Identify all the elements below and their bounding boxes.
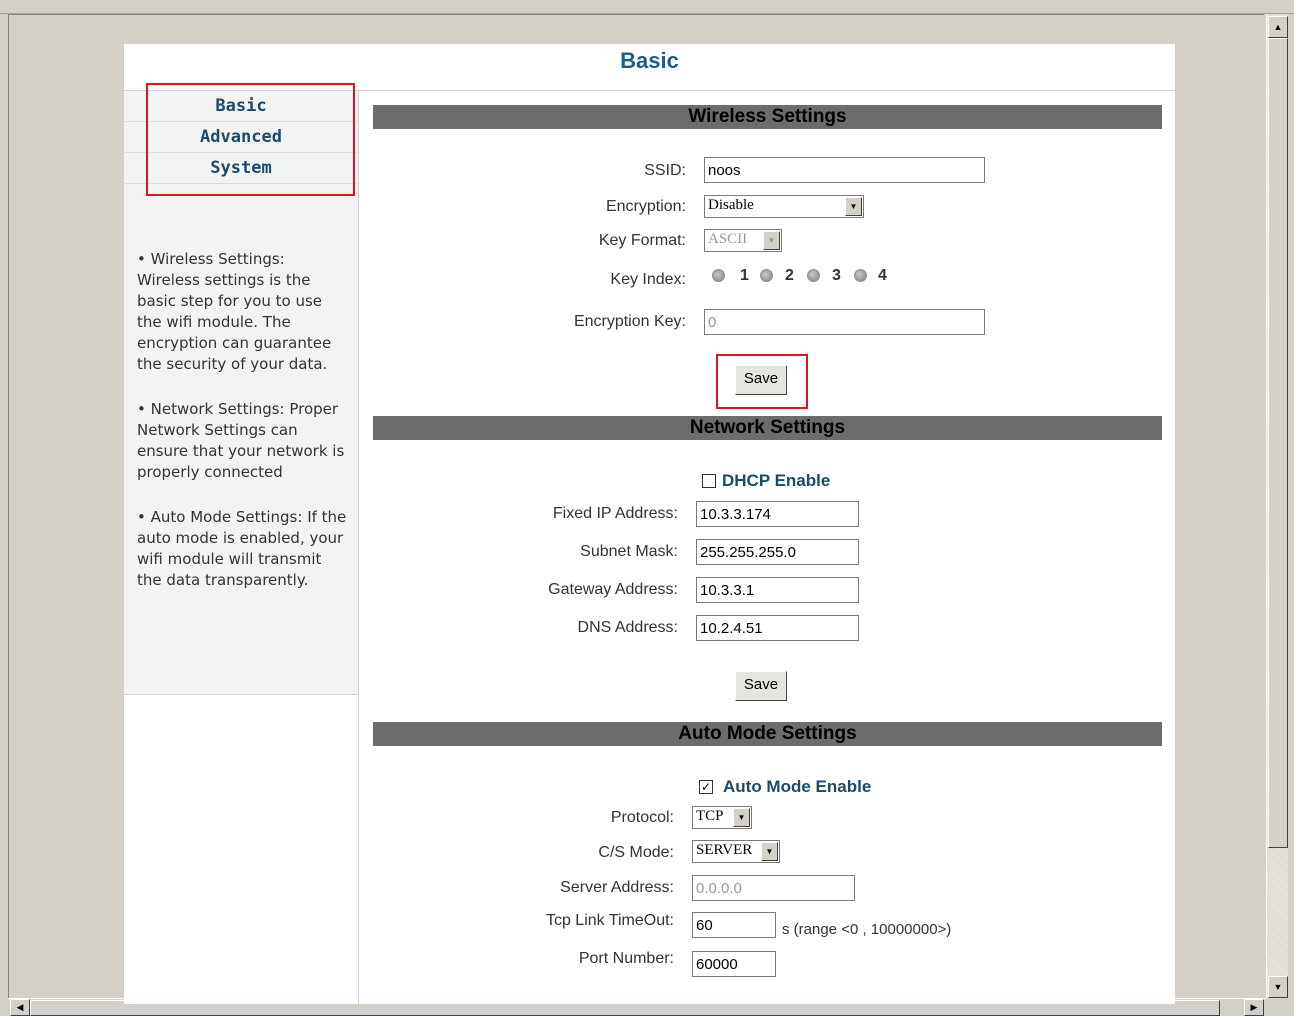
key-index-radio-3[interactable]: [807, 269, 820, 282]
gateway-address-label: Gateway Address:: [548, 581, 678, 598]
cs-mode-label: C/S Mode:: [598, 844, 674, 861]
encryption-select-value: Disable: [708, 197, 754, 213]
ssid-label: SSID:: [644, 162, 686, 179]
key-index-radio-1[interactable]: [712, 269, 725, 282]
dns-address-input[interactable]: 10.2.4.51: [696, 615, 859, 641]
help-wireless: • Wireless Settings: Wireless settings i…: [137, 250, 332, 373]
ssid-input[interactable]: noos: [704, 157, 985, 183]
key-index-option-1: 1: [740, 267, 749, 284]
key-index-option-3: 3: [832, 267, 841, 284]
gateway-address-input[interactable]: 10.3.3.1: [696, 577, 859, 603]
help-auto-mode: • Auto Mode Settings: If the auto mode i…: [137, 508, 347, 589]
key-format-select-value: ASCII: [708, 231, 748, 247]
network-save-button[interactable]: Save: [735, 671, 787, 701]
subnet-mask-input[interactable]: 255.255.255.0: [696, 539, 859, 565]
encryption-key-label: Encryption Key:: [573, 313, 686, 330]
auto-mode-settings-heading: Auto Mode Settings: [373, 722, 1162, 746]
ip-address-input[interactable]: 10.3.3.174: [696, 501, 859, 527]
dhcp-enable-label: DHCP Enable: [722, 471, 831, 490]
save-highlight-box: [716, 354, 808, 409]
page-title: Basic: [620, 48, 679, 73]
scroll-down-icon[interactable]: ▼: [1268, 976, 1288, 998]
chevron-down-icon: ▼: [761, 842, 778, 861]
key-format-select[interactable]: ASCII ▼: [704, 229, 782, 252]
tcp-timeout-range-hint: s (range <0 , 10000000>): [782, 921, 952, 938]
dns-address-label: DNS Address:: [577, 619, 678, 636]
key-index-option-4: 4: [878, 267, 887, 284]
key-index-radio-2[interactable]: [760, 269, 773, 282]
chevron-down-icon: ▼: [763, 231, 780, 250]
key-format-label: Key Format:: [598, 232, 686, 249]
chevron-down-icon: ▼: [845, 197, 862, 216]
cs-mode-select[interactable]: SERVER ▼: [692, 840, 780, 863]
protocol-label: Protocol:: [610, 809, 674, 826]
help-network: • Network Settings: Proper Network Setti…: [137, 400, 345, 481]
dhcp-enable-checkbox[interactable]: [702, 474, 716, 488]
scroll-right-icon[interactable]: ▶: [1244, 999, 1264, 1016]
encryption-select[interactable]: Disable ▼: [704, 195, 864, 218]
server-address-input[interactable]: 0.0.0.0: [692, 875, 855, 901]
config-page: Basic Basic Advanced System • Wireless S…: [124, 44, 1175, 1004]
wireless-settings-heading: Wireless Settings: [373, 105, 1162, 129]
ip-address-label: Fixed IP Address:: [552, 505, 678, 522]
chevron-down-icon: ▼: [733, 808, 750, 827]
help-text: • Wireless Settings: Wireless settings i…: [137, 249, 349, 615]
auto-mode-enable-checkbox[interactable]: ✓: [699, 780, 713, 794]
tcp-timeout-input[interactable]: 60: [692, 912, 776, 938]
network-settings-heading: Network Settings: [373, 416, 1162, 440]
protocol-select-value: TCP: [696, 808, 724, 824]
subnet-mask-label: Subnet Mask:: [580, 543, 678, 560]
tcp-timeout-label: Tcp Link TimeOut:: [545, 912, 674, 929]
nav-highlight-box: [146, 83, 355, 196]
key-index-option-2: 2: [785, 267, 794, 284]
scroll-up-icon[interactable]: ▲: [1268, 16, 1288, 38]
encryption-key-input[interactable]: 0: [704, 309, 985, 335]
vertical-scroll-thumb[interactable]: [1268, 38, 1288, 848]
server-address-label: Server Address:: [560, 879, 674, 896]
protocol-select[interactable]: TCP ▼: [692, 806, 752, 829]
port-number-input[interactable]: 60000: [692, 951, 776, 977]
scroll-left-icon[interactable]: ◀: [10, 999, 30, 1016]
cs-mode-select-value: SERVER: [696, 842, 753, 858]
encryption-label: Encryption:: [605, 198, 686, 215]
sidebar-panel: Basic Advanced System • Wireless Setting…: [124, 83, 358, 695]
auto-mode-enable-label: Auto Mode Enable: [723, 777, 872, 796]
sidebar: Basic Advanced System • Wireless Setting…: [124, 83, 359, 1004]
port-number-label: Port Number:: [578, 950, 674, 967]
key-index-radio-4[interactable]: [854, 269, 867, 282]
browser-top-edge: [0, 0, 1294, 14]
key-index-label: Key Index:: [610, 271, 686, 288]
